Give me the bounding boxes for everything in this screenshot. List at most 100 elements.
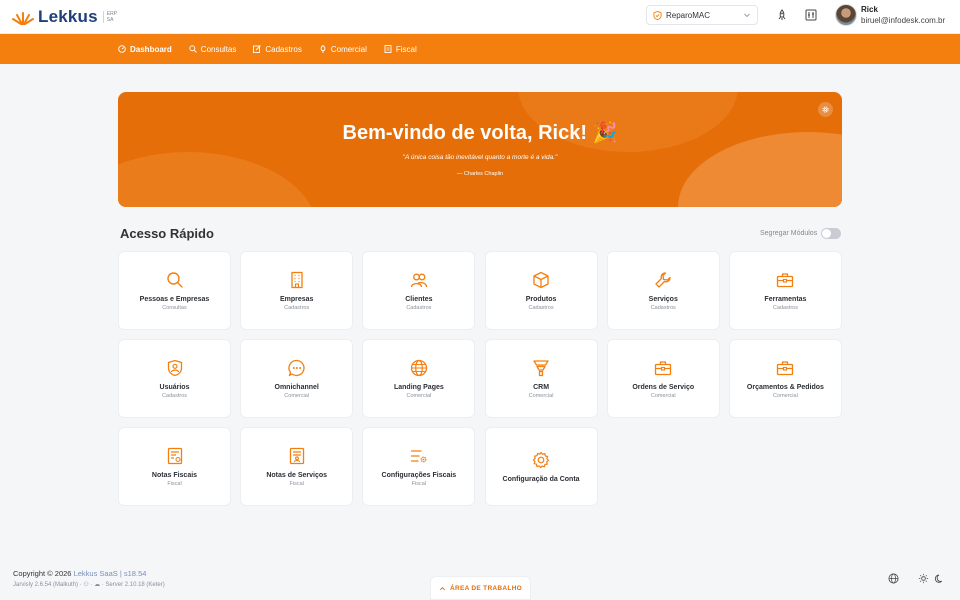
card-subtitle: Fiscal bbox=[167, 480, 182, 487]
search-icon bbox=[189, 45, 197, 53]
globe-icon[interactable] bbox=[888, 573, 899, 584]
card-subtitle: Cadastros bbox=[772, 304, 798, 311]
brand-name: Lekkus bbox=[38, 7, 98, 26]
quote-author: — Charles Chaplin bbox=[456, 171, 504, 177]
service-invoice-icon bbox=[289, 447, 304, 464]
nav-item-cadastros[interactable]: Cadastros bbox=[253, 44, 302, 54]
user-shield-icon bbox=[167, 359, 182, 376]
nav-label: Fiscal bbox=[395, 44, 417, 54]
card-title: Notas de Serviços bbox=[266, 471, 328, 479]
card-subtitle: Fiscal bbox=[411, 480, 427, 487]
card-subtitle: Comercial bbox=[773, 392, 798, 399]
nav-item-comercial[interactable]: Comercial bbox=[319, 45, 367, 54]
card-title: Landing Pages bbox=[393, 383, 444, 391]
card-subtitle: Cadastros bbox=[161, 392, 188, 399]
top-header: Lekkus ERP SA ReparoMAC Rick biruel@infod… bbox=[0, 0, 960, 34]
card-usuarios[interactable]: Usuários Cadastros bbox=[118, 339, 231, 418]
card-landing-pages[interactable]: Landing Pages Comercial bbox=[362, 339, 476, 418]
card-title: Notas Fiscais bbox=[151, 471, 198, 479]
sun-icon[interactable] bbox=[918, 573, 929, 584]
card-notas-de-servicos[interactable]: Notas de Serviços Fiscal bbox=[240, 427, 354, 506]
workspace-area-tab[interactable]: ÁREA DE TRABALHO bbox=[430, 576, 531, 600]
search-icon bbox=[166, 271, 183, 288]
user-name: Rick bbox=[861, 5, 878, 14]
card-title: CRM bbox=[533, 383, 550, 391]
welcome-banner: Bem-vindo de volta, Rick! 🎉 "A única coi… bbox=[118, 92, 842, 207]
copyright-text: Copyright © 2026 bbox=[13, 569, 72, 578]
briefcase-icon bbox=[777, 360, 794, 375]
logo-icon bbox=[12, 12, 34, 25]
card-title: Ferramentas bbox=[764, 295, 807, 303]
card-title: Pessoas e Empresas bbox=[139, 295, 210, 303]
card-subtitle: Cadastros bbox=[406, 304, 432, 311]
avatar bbox=[835, 4, 857, 26]
nav-item-dashboard[interactable]: Dashboard bbox=[118, 45, 172, 54]
chevron-up-icon bbox=[439, 586, 445, 590]
rocket-icon[interactable] bbox=[776, 9, 788, 21]
nav-item-consultas[interactable]: Consultas bbox=[189, 45, 236, 54]
logo[interactable]: Lekkus ERP SA bbox=[12, 7, 117, 27]
card-clientes[interactable]: Clientes Cadastros bbox=[362, 251, 476, 330]
user-email: biruel@infodesk.com.br bbox=[861, 16, 946, 25]
card-notas-fiscais[interactable]: Notas Fiscais Fiscal bbox=[118, 427, 231, 506]
invoice-icon bbox=[167, 447, 182, 464]
card-empresas[interactable]: Empresas Cadastros bbox=[240, 251, 354, 330]
layout-icon[interactable] bbox=[805, 9, 817, 21]
banner-settings-button[interactable] bbox=[818, 102, 833, 117]
product-version-link[interactable]: Lekkus SaaS | s18.54 bbox=[74, 569, 147, 578]
user-menu[interactable]: Rick biruel@infodesk.com.br bbox=[835, 4, 945, 26]
welcome-title: Bem-vindo de volta, Rick! 🎉 bbox=[342, 122, 618, 144]
card-title: Usuários bbox=[159, 383, 190, 391]
card-ferramentas[interactable]: Ferramentas Cadastros bbox=[728, 251, 842, 330]
card-title: Orçamentos & Pedidos bbox=[746, 383, 824, 391]
gear-icon bbox=[822, 106, 829, 113]
main-nav: Dashboard Consultas Cadastros Comercial … bbox=[0, 34, 960, 64]
workspace-area-label: ÁREA DE TRABALHO bbox=[449, 584, 523, 592]
footer-copyright: Copyright © 2026 Lekkus SaaS | s18.54 bbox=[13, 569, 146, 578]
workspace-label: ReparoMAC bbox=[666, 10, 711, 20]
nav-label: Comercial bbox=[330, 44, 367, 54]
card-title: Serviços bbox=[648, 295, 678, 303]
funnel-icon bbox=[533, 359, 549, 376]
toggle-label: Segregar Módulos bbox=[760, 230, 818, 237]
users-icon bbox=[410, 273, 428, 287]
shield-icon bbox=[653, 10, 662, 20]
card-subtitle: Fiscal bbox=[289, 480, 304, 487]
card-pessoas-e-empresas[interactable]: Pessoas e Empresas Consultas bbox=[118, 251, 231, 330]
card-configuracoes-fiscais[interactable]: Configurações Fiscais Fiscal bbox=[362, 427, 476, 506]
card-produtos[interactable]: Produtos Cadastros bbox=[484, 251, 598, 330]
card-title: Omnichannel bbox=[274, 383, 319, 391]
segregate-modules-toggle[interactable] bbox=[821, 228, 842, 239]
globe-icon bbox=[410, 359, 428, 376]
user-info: Rick biruel@infodesk.com.br bbox=[861, 4, 945, 26]
card-subtitle: Consultas bbox=[162, 304, 187, 311]
building-icon bbox=[291, 271, 303, 288]
card-orcamentos-pedidos[interactable]: Orçamentos & Pedidos Comercial bbox=[728, 339, 842, 418]
moon-icon[interactable] bbox=[934, 573, 945, 584]
bulb-icon bbox=[320, 45, 326, 53]
wrench-icon bbox=[655, 271, 671, 288]
dashboard-icon bbox=[118, 45, 126, 53]
card-omnichannel[interactable]: Omnichannel Comercial bbox=[240, 339, 354, 418]
card-subtitle: Cadastros bbox=[284, 304, 310, 311]
box-icon bbox=[533, 271, 549, 288]
card-configuracao-da-conta[interactable]: Configuração da Conta bbox=[484, 427, 598, 506]
card-title: Clientes bbox=[405, 295, 433, 303]
card-title: Empresas bbox=[279, 295, 314, 303]
briefcase-icon bbox=[655, 360, 672, 375]
workspace-select[interactable]: ReparoMAC bbox=[646, 5, 758, 25]
card-crm[interactable]: CRM Comercial bbox=[484, 339, 598, 418]
card-subtitle: Comercial bbox=[406, 392, 432, 399]
card-title: Produtos bbox=[525, 295, 557, 303]
card-ordens-de-servico[interactable]: Ordens de Serviço Comercial bbox=[606, 339, 720, 418]
nav-item-fiscal[interactable]: Fiscal bbox=[384, 45, 417, 54]
card-title: Ordens de Serviço bbox=[632, 383, 695, 391]
segregate-modules: Segregar Módulos bbox=[760, 228, 842, 239]
card-servicos[interactable]: Serviços Cadastros bbox=[606, 251, 720, 330]
chevron-down-icon bbox=[744, 13, 750, 18]
quick-access-grid: Pessoas e Empresas Consultas Empresas Ca… bbox=[118, 251, 842, 506]
gear-icon bbox=[532, 451, 550, 468]
welcome-quote: "A única coisa tão inevitável quanto a m… bbox=[402, 154, 558, 161]
nav-label: Cadastros bbox=[265, 44, 302, 54]
toolbox-icon bbox=[777, 272, 794, 287]
